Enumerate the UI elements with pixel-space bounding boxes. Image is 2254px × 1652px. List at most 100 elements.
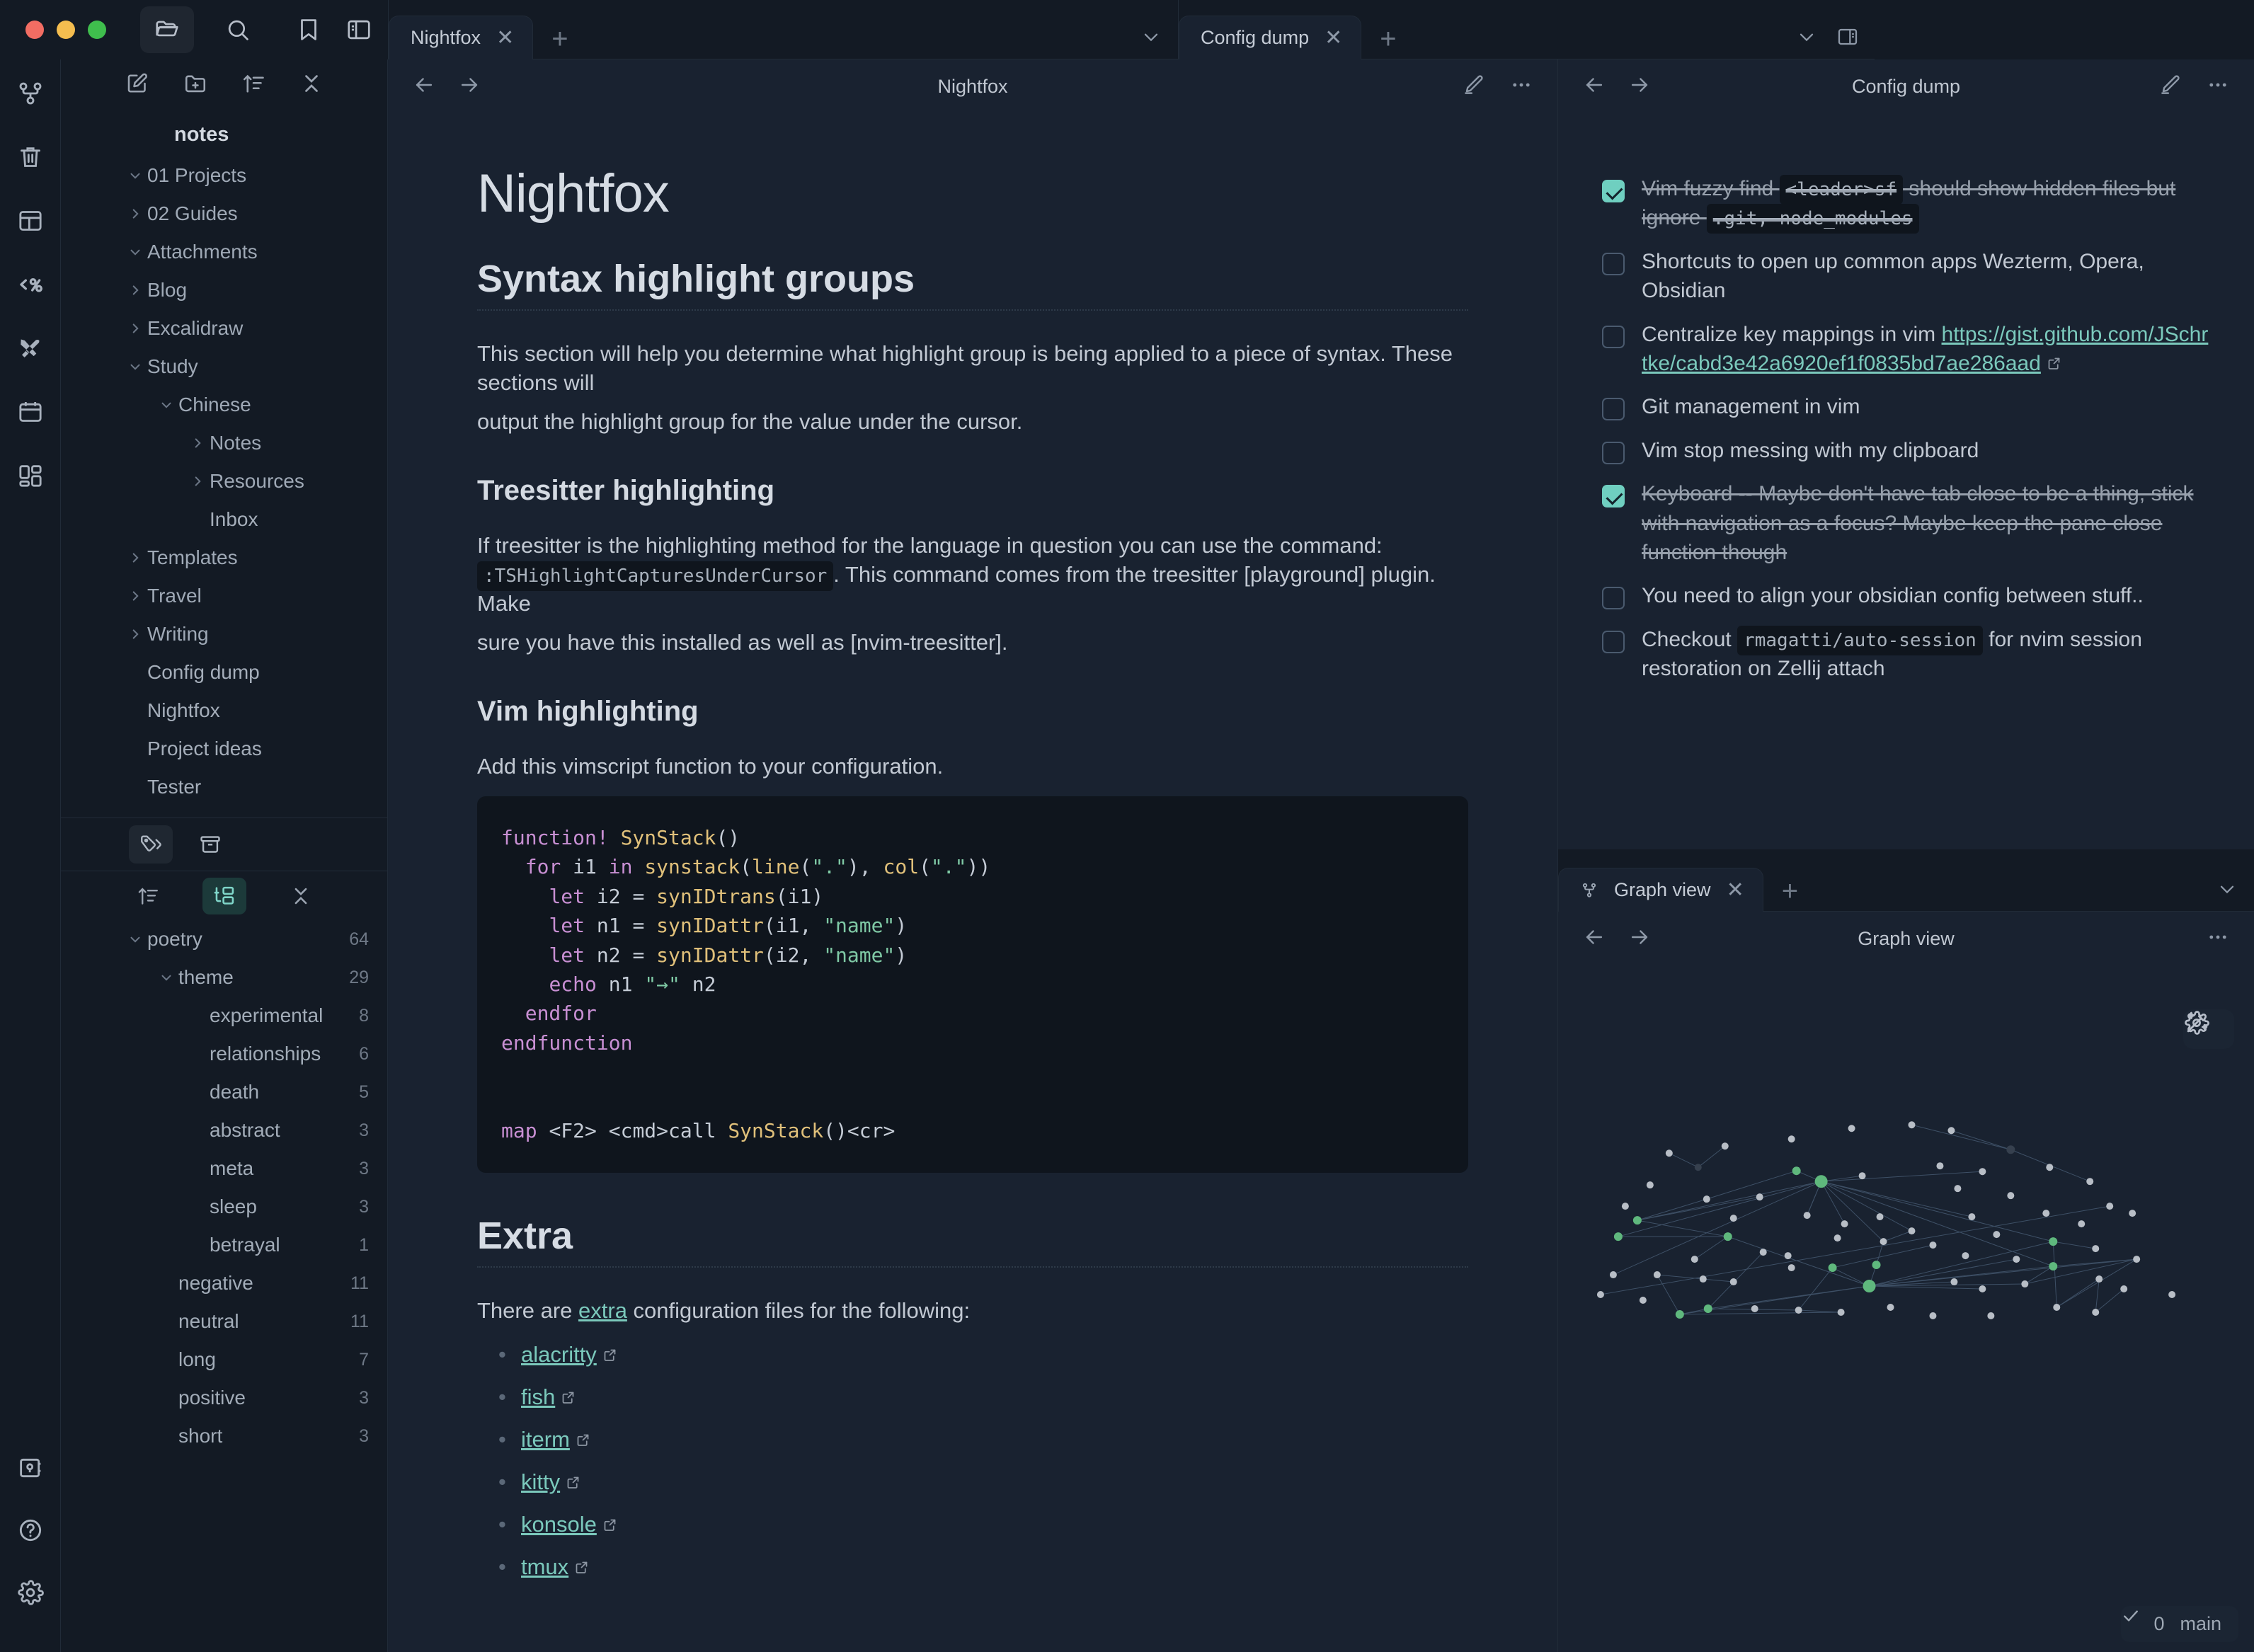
chevron-down-icon[interactable] — [123, 244, 147, 260]
graph-node[interactable] — [1751, 1305, 1758, 1312]
graph-node[interactable] — [2086, 1178, 2093, 1185]
link-fish[interactable]: fish — [521, 1384, 555, 1409]
close-icon[interactable]: ✕ — [496, 28, 514, 49]
new-tab-button[interactable]: + — [1380, 25, 1396, 53]
chevron-right-icon[interactable] — [123, 550, 147, 566]
chevron-right-icon[interactable] — [123, 626, 147, 642]
link-konsole[interactable]: konsole — [521, 1512, 597, 1537]
chevron-down-icon[interactable] — [123, 931, 147, 947]
graph-node[interactable] — [1730, 1215, 1737, 1222]
minimize-window-button[interactable] — [57, 21, 75, 39]
toggle-right-sidebar-icon[interactable] — [345, 16, 372, 43]
checkbox[interactable] — [1602, 253, 1625, 275]
dashboard-icon[interactable] — [11, 456, 50, 495]
edit-icon[interactable] — [1461, 73, 1485, 101]
graph-node[interactable] — [1947, 1127, 1955, 1134]
chevron-down-icon[interactable] — [123, 359, 147, 374]
graph-node[interactable] — [1863, 1280, 1876, 1292]
folder-item-travel[interactable]: Travel — [61, 577, 387, 615]
chevron-right-icon[interactable] — [123, 588, 147, 604]
tag-item-positive[interactable]: positive3 — [61, 1379, 387, 1417]
graph-node[interactable] — [1614, 1232, 1623, 1241]
more-options-icon[interactable] — [2206, 925, 2230, 953]
tag-item-short[interactable]: short3 — [61, 1417, 387, 1455]
graph-node[interactable] — [1908, 1227, 1915, 1234]
folder-item-chinese[interactable]: Chinese — [61, 386, 387, 424]
vault-icon[interactable] — [11, 1448, 50, 1488]
graph-node[interactable] — [1987, 1312, 1994, 1319]
graph-node[interactable] — [2092, 1245, 2099, 1252]
graph-node[interactable] — [1676, 1310, 1684, 1319]
chevron-down-icon[interactable] — [2216, 878, 2238, 904]
graph-node[interactable] — [2133, 1256, 2140, 1263]
graph-node[interactable] — [2006, 1145, 2015, 1154]
collapse-icon[interactable] — [279, 878, 323, 914]
graph-node[interactable] — [1979, 1168, 1986, 1175]
help-icon[interactable] — [11, 1510, 50, 1550]
graph-node[interactable] — [2049, 1262, 2057, 1270]
edit-icon[interactable] — [2158, 73, 2182, 101]
checkbox[interactable] — [1602, 398, 1625, 420]
tag-item-poetry[interactable]: poetry64 — [61, 920, 387, 958]
calendar-icon[interactable] — [11, 392, 50, 432]
maximize-window-button[interactable] — [88, 21, 106, 39]
tag-item-relationships[interactable]: relationships6 — [61, 1035, 387, 1073]
forward-icon[interactable] — [1627, 73, 1652, 101]
graph-node[interactable] — [1724, 1232, 1732, 1241]
toggle-right-sidebar-icon[interactable] — [1836, 25, 1859, 52]
traffic-lights[interactable] — [0, 21, 106, 39]
graph-node[interactable] — [1788, 1264, 1795, 1271]
chevron-down-icon[interactable] — [1795, 25, 1818, 52]
checkbox[interactable] — [1602, 326, 1625, 348]
back-icon[interactable] — [412, 73, 436, 101]
back-icon[interactable] — [1582, 925, 1606, 953]
folder-item-notes[interactable]: Notes — [61, 424, 387, 462]
folder-icon[interactable] — [140, 6, 194, 53]
settings-icon[interactable] — [11, 1573, 50, 1612]
folder-item-templates[interactable]: Templates — [61, 539, 387, 577]
trash-icon[interactable] — [11, 137, 50, 177]
graph-node[interactable] — [1877, 1213, 1884, 1220]
graph-node[interactable] — [1792, 1166, 1801, 1175]
graph-node[interactable] — [2095, 1275, 2103, 1283]
folder-item-01-projects[interactable]: 01 Projects — [61, 156, 387, 195]
close-icon[interactable]: ✕ — [1727, 880, 1744, 901]
graph-node[interactable] — [2168, 1291, 2175, 1298]
checkbox[interactable] — [1602, 631, 1625, 653]
graph-node[interactable] — [1647, 1181, 1654, 1188]
forward-icon[interactable] — [457, 73, 481, 101]
sort-icon[interactable] — [126, 878, 170, 914]
graph-node[interactable] — [1756, 1193, 1763, 1200]
chevron-right-icon[interactable] — [123, 206, 147, 222]
graph-node[interactable] — [2007, 1192, 2014, 1199]
back-icon[interactable] — [1582, 73, 1606, 101]
chevron-right-icon[interactable] — [123, 321, 147, 336]
link-iterm[interactable]: iterm — [521, 1427, 570, 1452]
more-options-icon[interactable] — [2206, 73, 2230, 101]
tools-icon[interactable] — [11, 328, 50, 368]
new-tab-button[interactable]: + — [551, 25, 568, 53]
graph-node[interactable] — [1633, 1216, 1642, 1224]
graph-node[interactable] — [1979, 1285, 1986, 1292]
status-bar[interactable]: 0 main — [2121, 1606, 2238, 1642]
graph-node[interactable] — [1829, 1263, 1837, 1272]
more-options-icon[interactable] — [1509, 73, 1533, 101]
graph-node[interactable] — [2120, 1285, 2127, 1292]
chevron-right-icon[interactable] — [123, 282, 147, 298]
graph-node[interactable] — [2046, 1164, 2053, 1171]
tab-nightfox[interactable]: Nightfox ✕ — [389, 16, 533, 59]
tag-item-abstract[interactable]: abstract3 — [61, 1111, 387, 1149]
tag-item-experimental[interactable]: experimental8 — [61, 997, 387, 1035]
chevron-right-icon[interactable] — [185, 435, 210, 451]
folder-item-study[interactable]: Study — [61, 348, 387, 386]
code-block-vimscript[interactable]: function! SynStack() for i1 in synstack(… — [477, 796, 1468, 1173]
nested-tags-icon[interactable] — [202, 878, 246, 914]
tab-config-dump[interactable]: Config dump ✕ — [1179, 16, 1361, 59]
graph-node[interactable] — [1804, 1212, 1811, 1219]
graph-node[interactable] — [1695, 1164, 1702, 1171]
folder-item-attachments[interactable]: Attachments — [61, 233, 387, 271]
graph-node[interactable] — [2021, 1280, 2028, 1287]
tag-item-death[interactable]: death5 — [61, 1073, 387, 1111]
chevron-down-icon[interactable] — [123, 168, 147, 183]
graph-node[interactable] — [2042, 1210, 2049, 1217]
